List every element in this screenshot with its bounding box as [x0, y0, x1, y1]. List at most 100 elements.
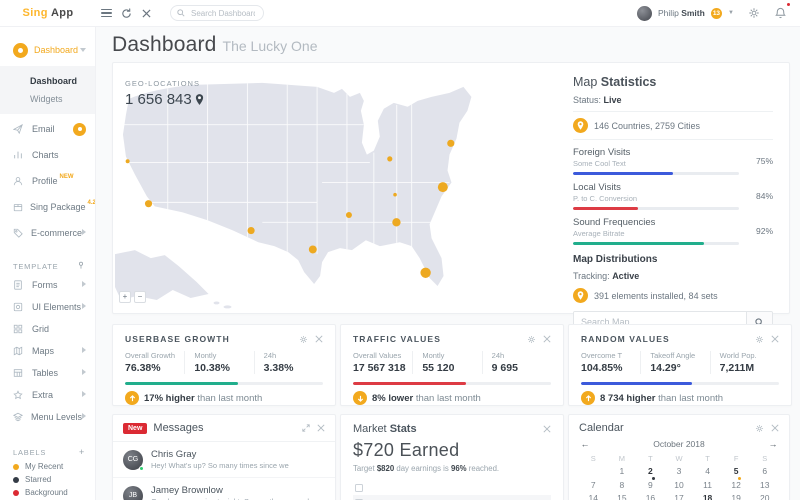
calendar-day-header: F: [722, 452, 751, 465]
map-zoom-in-button[interactable]: +: [119, 291, 131, 303]
stat-value: 7,211M: [720, 362, 773, 374]
refresh-icon[interactable]: [116, 3, 136, 23]
calendar-day-7[interactable]: 7: [579, 479, 608, 493]
notifications-bell-icon[interactable]: [770, 3, 790, 23]
message-item[interactable]: JBJamey BrownlowGood news coming tonight…: [113, 478, 335, 500]
chevron-right-icon: [82, 303, 86, 311]
sidebar-item-maps[interactable]: Maps: [0, 340, 95, 362]
stat-label: Montly: [422, 351, 475, 360]
calendar-next-button[interactable]: →: [767, 439, 779, 449]
sidebar-item-forms[interactable]: Forms: [0, 274, 95, 296]
calendar-day-2[interactable]: 2: [636, 465, 665, 479]
avatar: JB: [123, 486, 143, 500]
geo-dot[interactable]: [248, 227, 255, 234]
close-icon[interactable]: [317, 424, 325, 432]
geo-dot[interactable]: [387, 156, 392, 161]
gear-icon[interactable]: [755, 335, 764, 344]
geo-dot[interactable]: [346, 212, 352, 218]
calendar-day-4[interactable]: 4: [693, 465, 722, 479]
calendar-day-15[interactable]: 15: [608, 492, 637, 500]
sidebar-item-menu-levels[interactable]: Menu Levels: [0, 406, 95, 428]
stat-progress-track: [353, 382, 551, 385]
stat-column: 24h9 695: [482, 351, 551, 374]
message-preview: Hey! What's up? So many times since we: [151, 461, 289, 470]
stat-card-random-values: RANDOM VALUESOvercome T104.85%Takeoff An…: [568, 324, 792, 406]
countries-text: 146 Countries, 2759 Cities: [594, 121, 700, 131]
user-avatar[interactable]: [637, 6, 652, 21]
star-icon: [13, 390, 25, 400]
sidebar-item-profile[interactable]: ProfileNEW: [0, 170, 95, 192]
chevron-right-icon: [82, 347, 86, 355]
geo-dot[interactable]: [420, 268, 430, 278]
app-logo[interactable]: Sing App: [0, 7, 96, 19]
geo-dot[interactable]: [145, 200, 152, 207]
market-table-row[interactable]: HP Core i7$346.1: [353, 495, 551, 500]
geo-dot[interactable]: [392, 218, 400, 226]
sidebar-label-starred[interactable]: Starred: [0, 473, 95, 486]
calendar-day-13[interactable]: 13: [750, 479, 779, 493]
sidebar-item-e-commerce[interactable]: E-commerce: [0, 222, 95, 244]
calendar-day-9[interactable]: 9: [636, 479, 665, 493]
calendar-day-11[interactable]: 11: [693, 479, 722, 493]
geo-dot[interactable]: [438, 182, 448, 192]
gear-icon[interactable]: [744, 3, 764, 23]
close-icon[interactable]: [771, 335, 779, 344]
user-name[interactable]: Philip Smith: [658, 8, 705, 18]
calendar-day-16[interactable]: 16: [636, 492, 665, 500]
page-subtitle: The Lucky One: [223, 38, 318, 54]
calendar-day-12[interactable]: 12: [722, 479, 751, 493]
calendar-day-5[interactable]: 5: [722, 465, 751, 479]
sidebar-item-tables[interactable]: Tables: [0, 362, 95, 384]
close-icon[interactable]: [315, 335, 323, 344]
sidebar-item-charts[interactable]: Charts: [0, 144, 95, 166]
sidebar-label-background[interactable]: Background: [0, 486, 95, 499]
map-area[interactable]: GEO-LOCATIONS 1 656 843 + −: [113, 63, 563, 313]
calendar-day-14[interactable]: 14: [579, 492, 608, 500]
close-icon[interactable]: [136, 3, 156, 23]
calendar-day-17[interactable]: 17: [665, 492, 694, 500]
sidebar-item-grid[interactable]: Grid: [0, 318, 95, 340]
chevron-down-icon[interactable]: ▼: [728, 10, 734, 16]
geo-dot[interactable]: [447, 140, 454, 147]
stat-value: 3.38%: [264, 362, 317, 374]
sidebar-item-dashboard[interactable]: Dashboard: [0, 39, 95, 61]
close-icon[interactable]: [543, 335, 551, 344]
gear-icon[interactable]: [527, 335, 536, 344]
calendar-day-8[interactable]: 8: [608, 479, 637, 493]
select-all-checkbox[interactable]: [355, 484, 363, 492]
calendar-day-6[interactable]: 6: [750, 465, 779, 479]
sidebar-item-extra[interactable]: Extra: [0, 384, 95, 406]
close-icon[interactable]: [543, 425, 551, 433]
message-item[interactable]: CGChris GrayHey! What's up? So many time…: [113, 442, 335, 478]
calendar-day-1[interactable]: 1: [608, 465, 637, 479]
calendar-day-18[interactable]: 18: [693, 492, 722, 500]
sidebar-item-ui-elements[interactable]: UI Elements: [0, 296, 95, 318]
geo-dot[interactable]: [126, 159, 130, 163]
geo-locations: GEO-LOCATIONS 1 656 843: [125, 79, 204, 108]
sidebar-item-sing-package[interactable]: Sing Package4.2: [0, 196, 95, 218]
gear-icon[interactable]: [755, 424, 764, 433]
stat-column: Montly55 120: [412, 351, 481, 374]
hamburger-menu-icon[interactable]: [96, 3, 116, 23]
gear-icon[interactable]: [299, 335, 308, 344]
calendar-day-19[interactable]: 19: [722, 492, 751, 500]
pin-icon[interactable]: [77, 261, 85, 271]
add-label-button[interactable]: +: [79, 447, 85, 457]
progress-value: 84%: [739, 191, 773, 201]
search-input[interactable]: [189, 8, 257, 19]
sidebar-label-my-recent[interactable]: My Recent: [0, 460, 95, 473]
calendar-day-3[interactable]: 3: [665, 465, 694, 479]
sidebar-item-email[interactable]: Email: [0, 118, 95, 140]
map-progress-list: Foreign VisitsSome Cool Text75%Local Vis…: [573, 147, 773, 245]
calendar-day-10[interactable]: 10: [665, 479, 694, 493]
geo-dot[interactable]: [393, 193, 397, 197]
geo-dot[interactable]: [309, 245, 317, 253]
sidebar-subitem-dashboard[interactable]: Dashboard: [0, 72, 95, 90]
chevron-right-icon: [82, 391, 86, 399]
sidebar-subitem-widgets[interactable]: Widgets: [0, 90, 95, 108]
close-icon[interactable]: [771, 424, 779, 433]
expand-icon[interactable]: [302, 424, 310, 432]
calendar-day-20[interactable]: 20: [750, 492, 779, 500]
calendar-prev-button[interactable]: ←: [579, 439, 591, 449]
map-zoom-out-button[interactable]: −: [134, 291, 146, 303]
